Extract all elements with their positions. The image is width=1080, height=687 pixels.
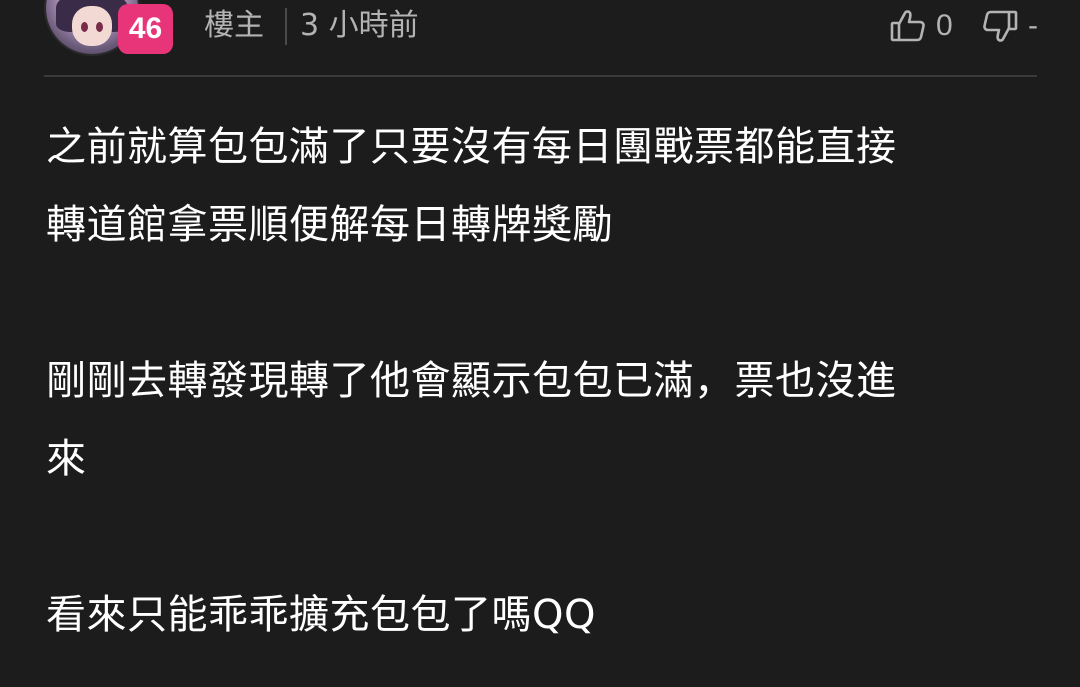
comment-header: 46 樓主 3 小時前 0 -: [0, 0, 1080, 76]
avatar-eye: [96, 22, 103, 32]
post-line: 剛剛去轉發現轉了他會顯示包包已滿，票也沒進: [46, 358, 897, 404]
avatar-face: [72, 6, 112, 46]
thumbs-down-icon: [982, 9, 1018, 43]
dislike-count: -: [1028, 9, 1038, 42]
header-divider: [44, 75, 1037, 77]
header-separator: [285, 8, 287, 45]
like-button[interactable]: 0: [890, 6, 953, 46]
post-line: 看來只能乖乖擴充包包了嗎QQ: [46, 592, 596, 638]
dislike-button[interactable]: -: [982, 6, 1038, 46]
like-count: 0: [936, 9, 953, 42]
level-badge: 46: [118, 4, 173, 54]
post-line: 轉道館拿票順便解每日轉牌獎勵: [46, 202, 613, 248]
thumbs-up-icon: [890, 9, 926, 43]
author-tag: 樓主: [204, 8, 264, 43]
post-line: 來: [46, 436, 87, 482]
post-time: 3 小時前: [300, 8, 419, 43]
avatar-eye: [81, 22, 88, 32]
post-body: 之前就算包包滿了只要沒有每日團戰票都能直接 轉道館拿票順便解每日轉牌獎勵 剛剛去…: [46, 108, 1036, 654]
post-line: 之前就算包包滿了只要沒有每日團戰票都能直接: [46, 124, 897, 170]
comment-page: 46 樓主 3 小時前 0 - 之前就算包包滿了只要沒有每日團戰票都能直接 轉道…: [0, 0, 1080, 687]
